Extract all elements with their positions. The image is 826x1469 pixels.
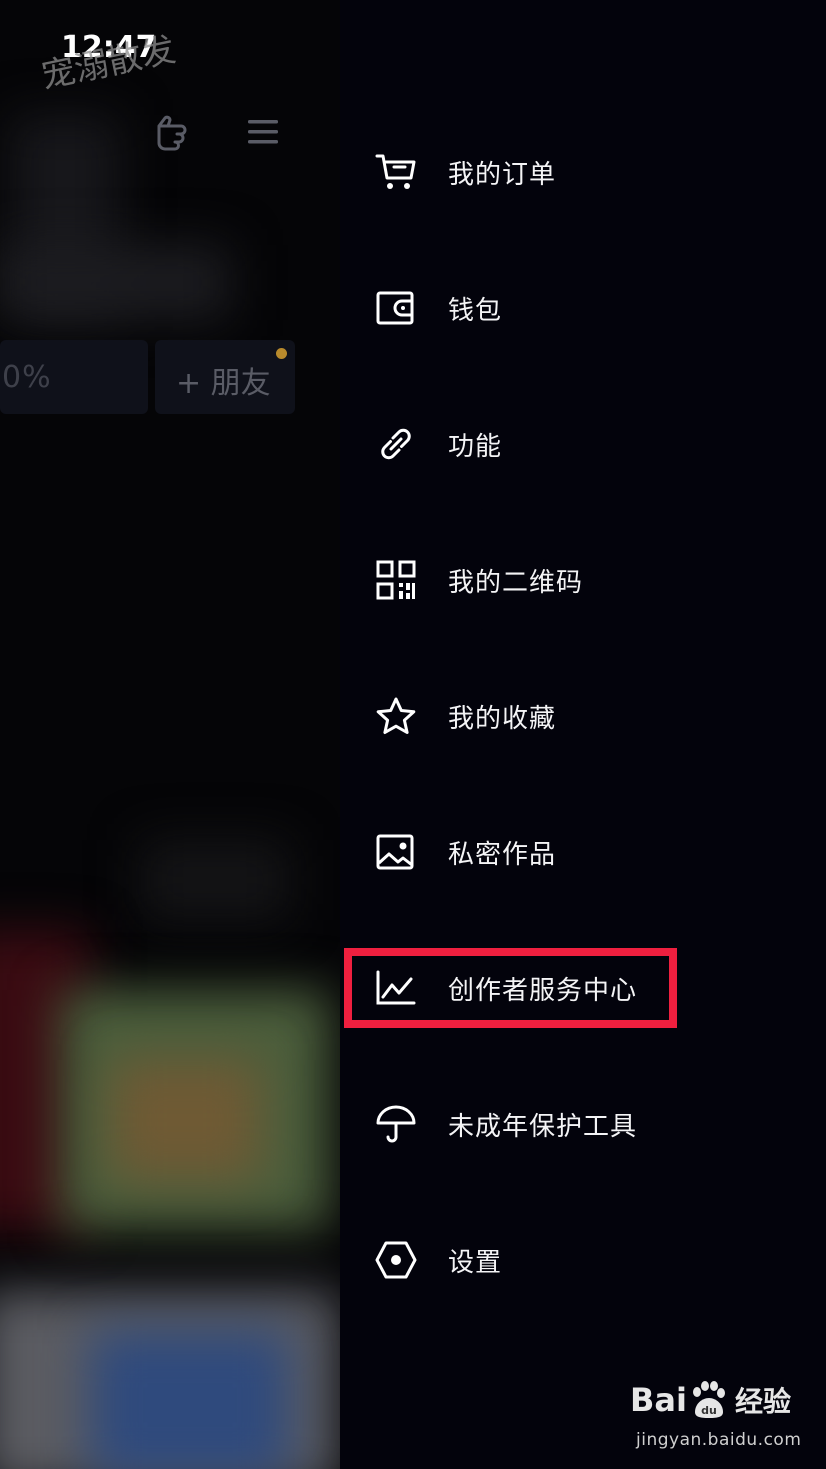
link-icon — [374, 422, 418, 466]
menu-item-label: 我的二维码 — [448, 567, 584, 598]
wallet-icon — [374, 286, 418, 330]
menu-item-label: 我的订单 — [448, 159, 557, 190]
menu-item-label: 设置 — [448, 1247, 503, 1278]
blurred-username — [0, 245, 230, 320]
paw-icon: du — [692, 1381, 725, 1418]
menu-item-label: 私密作品 — [448, 839, 557, 870]
chart-icon — [374, 966, 418, 1010]
blurred-block — [140, 840, 290, 920]
menu-item-label: 创作者服务中心 — [448, 975, 638, 1006]
qr-code-icon — [374, 558, 418, 602]
menu-item-private-works[interactable]: 私密作品 — [374, 824, 556, 880]
pointing-hand-icon[interactable] — [155, 112, 199, 156]
notification-dot — [276, 348, 287, 359]
baidu-brand-text: Bai — [630, 1381, 687, 1419]
menu-item-settings[interactable]: 设置 — [374, 1232, 502, 1288]
menu-item-favorites[interactable]: 我的收藏 — [374, 688, 556, 744]
svg-text:du: du — [701, 1404, 717, 1417]
menu-item-label: 钱包 — [448, 295, 503, 326]
hexagon-settings-icon — [374, 1238, 418, 1282]
star-icon — [374, 694, 418, 738]
side-drawer-menu: 我的订单 钱包 功能 我的二维码 我的收藏 私密作品 创作者服务中心 未成年保护… — [340, 0, 826, 1469]
menu-item-wallet[interactable]: 钱包 — [374, 280, 502, 336]
screen: 0% + 朋友 12:47 宠溺散发 我的订单 钱包 功能 我的二维码 我的收藏… — [0, 0, 826, 1469]
hamburger-menu-icon[interactable] — [246, 118, 280, 150]
add-friend-label: + 朋友 — [176, 366, 271, 401]
menu-item-orders[interactable]: 我的订单 — [374, 144, 556, 200]
menu-item-minor-protection[interactable]: 未成年保护工具 — [374, 1096, 637, 1152]
menu-item-label: 我的收藏 — [448, 703, 557, 734]
menu-item-label: 未成年保护工具 — [448, 1111, 638, 1142]
baidu-jingyan-text: 经验 — [734, 1385, 791, 1418]
baidu-watermark-logo: Bai du 经验 — [630, 1380, 791, 1420]
menu-item-features[interactable]: 功能 — [374, 416, 502, 472]
baidu-watermark-url: jingyan.baidu.com — [636, 1430, 802, 1450]
menu-item-qr-code[interactable]: 我的二维码 — [374, 552, 583, 608]
menu-item-label: 功能 — [448, 431, 503, 462]
umbrella-icon — [374, 1102, 418, 1146]
image-icon — [374, 830, 418, 874]
blurred-thumbnail — [110, 1060, 260, 1180]
blurred-thumbnail — [90, 1330, 290, 1469]
menu-item-creator-center[interactable]: 创作者服务中心 — [374, 960, 637, 1016]
blurred-profile-background[interactable]: 0% + 朋友 — [0, 0, 340, 1469]
profile-completion-text: 0% — [2, 360, 52, 395]
cart-icon — [374, 150, 418, 194]
